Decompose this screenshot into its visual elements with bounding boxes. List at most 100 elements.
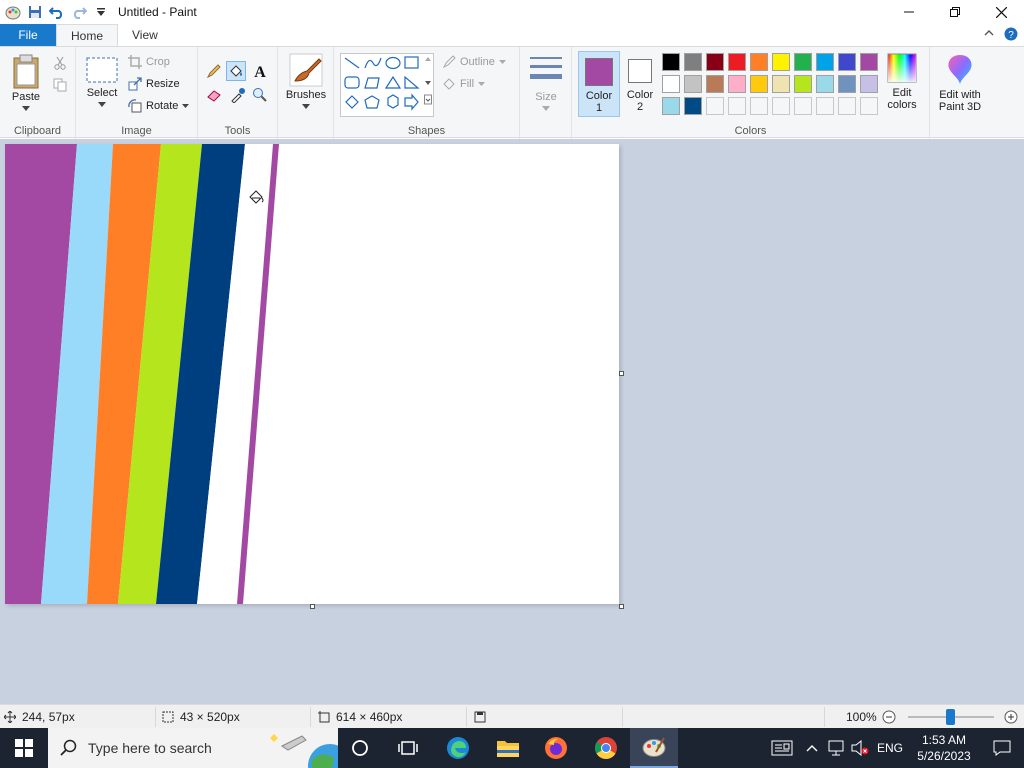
system-tray: ENG 1:53 AM 5/26/2023 (764, 728, 1024, 768)
palette-swatch[interactable] (728, 75, 746, 93)
palette-swatch[interactable] (706, 75, 724, 93)
minimize-button[interactable] (886, 0, 932, 24)
text-tool-icon[interactable]: A (250, 61, 270, 81)
canvas-resize-handle-corner[interactable] (619, 604, 624, 609)
edge-taskbar-button[interactable] (434, 728, 482, 768)
drawing-canvas[interactable] (5, 144, 619, 604)
palette-swatch[interactable] (838, 53, 856, 71)
palette-swatch[interactable] (794, 75, 812, 93)
palette-swatch[interactable] (816, 53, 834, 71)
palette-custom-slot[interactable] (816, 97, 834, 115)
file-explorer-taskbar-button[interactable] (484, 728, 532, 768)
outline-button[interactable]: Outline (442, 55, 506, 69)
close-button[interactable] (978, 0, 1024, 24)
color1-button[interactable]: Color 1 (578, 51, 620, 117)
palette-swatch[interactable] (684, 53, 702, 71)
zoom-level: 100% (846, 705, 877, 729)
edit-colors-button[interactable]: Edit colors (880, 53, 924, 111)
palette-swatch[interactable] (772, 53, 790, 71)
palette-swatch[interactable] (662, 53, 680, 71)
color-picker-icon[interactable] (228, 85, 248, 105)
palette-swatch[interactable] (772, 75, 790, 93)
image-group-label: Image (121, 125, 152, 137)
input-language[interactable]: ENG (872, 741, 908, 755)
clock[interactable]: 1:53 AM 5/26/2023 (908, 732, 980, 764)
palette-swatch[interactable] (750, 53, 768, 71)
resize-button[interactable]: Resize (128, 77, 180, 91)
paint-app-icon[interactable] (4, 3, 22, 21)
zoom-out-button[interactable] (882, 710, 896, 727)
copy-icon[interactable] (50, 75, 70, 95)
palette-swatch[interactable] (706, 53, 724, 71)
palette-swatch[interactable] (662, 97, 680, 115)
eraser-tool-icon[interactable] (204, 85, 224, 105)
tab-home[interactable]: Home (56, 24, 119, 46)
palette-custom-slot[interactable] (838, 97, 856, 115)
zoom-level-text: 100% (846, 710, 877, 724)
search-highlight-illustration-icon (270, 734, 338, 768)
crop-button[interactable]: Crop (128, 55, 170, 69)
start-button[interactable] (0, 728, 48, 768)
network-button[interactable] (824, 740, 848, 756)
cursor-position-text: 244, 57px (22, 710, 75, 724)
shapes-scroll[interactable] (424, 55, 432, 118)
undo-icon[interactable] (48, 3, 66, 21)
zoom-slider-thumb[interactable] (946, 709, 955, 725)
brushes-button[interactable]: Brushes (284, 53, 328, 109)
palette-swatch[interactable] (860, 53, 878, 71)
palette-custom-slot[interactable] (860, 97, 878, 115)
chrome-taskbar-button[interactable] (582, 728, 630, 768)
title-bar: Untitled - Paint (0, 0, 1024, 24)
save-icon[interactable] (26, 3, 44, 21)
chevron-up-icon (806, 745, 818, 752)
help-icon[interactable]: ? (1004, 27, 1018, 44)
tab-file[interactable]: File (0, 24, 56, 46)
rotate-button[interactable]: Rotate (128, 99, 190, 113)
redo-icon[interactable] (70, 3, 88, 21)
palette-swatch[interactable] (728, 53, 746, 71)
fill-button[interactable]: Fill (442, 77, 486, 91)
zoom-in-button[interactable] (1004, 710, 1018, 727)
palette-custom-slot[interactable] (728, 97, 746, 115)
volume-button[interactable] (848, 740, 872, 756)
task-view-cortana-button[interactable] (336, 728, 384, 768)
palette-swatch[interactable] (684, 75, 702, 93)
paste-button[interactable]: Paste (6, 53, 46, 111)
magnifier-icon[interactable] (250, 85, 270, 105)
news-widget-button[interactable] (764, 740, 800, 756)
palette-custom-slot[interactable] (750, 97, 768, 115)
shapes-gallery-icons[interactable] (341, 54, 435, 118)
palette-custom-slot[interactable] (772, 97, 790, 115)
taskbar-search[interactable]: Type here to search (48, 728, 338, 768)
edit-with-paint3d-button[interactable]: Edit with Paint 3D (934, 53, 986, 113)
palette-swatch[interactable] (860, 75, 878, 93)
pencil-tool-icon[interactable] (204, 61, 224, 81)
tab-view[interactable]: View (118, 24, 172, 46)
palette-swatch[interactable] (794, 53, 812, 71)
size-button[interactable]: Size (526, 55, 566, 111)
color2-button[interactable]: Color 2 (622, 51, 658, 117)
palette-swatch[interactable] (816, 75, 834, 93)
shapes-gallery (340, 53, 434, 117)
firefox-taskbar-button[interactable] (532, 728, 580, 768)
palette-swatch[interactable] (662, 75, 680, 93)
palette-swatch[interactable] (684, 97, 702, 115)
palette-swatch[interactable] (838, 75, 856, 93)
restore-button[interactable] (932, 0, 978, 24)
palette-custom-slot[interactable] (706, 97, 724, 115)
fill-tool-icon[interactable] (226, 61, 246, 81)
collapse-ribbon-icon[interactable] (984, 27, 994, 44)
canvas-resize-handle-right[interactable] (619, 371, 624, 376)
task-view-button[interactable] (384, 728, 432, 768)
action-center-button[interactable] (980, 740, 1024, 756)
select-button[interactable]: Select (82, 57, 122, 107)
paint-taskbar-button[interactable] (630, 728, 678, 768)
show-hidden-icons-button[interactable] (800, 744, 824, 752)
customize-quick-access-icon[interactable] (92, 3, 110, 21)
palette-custom-slot[interactable] (794, 97, 812, 115)
palette-swatch[interactable] (750, 75, 768, 93)
fill-icon (443, 78, 455, 90)
canvas-resize-handle-bottom[interactable] (310, 604, 315, 609)
zoom-in-icon (1004, 710, 1018, 724)
cut-icon[interactable] (50, 53, 70, 73)
